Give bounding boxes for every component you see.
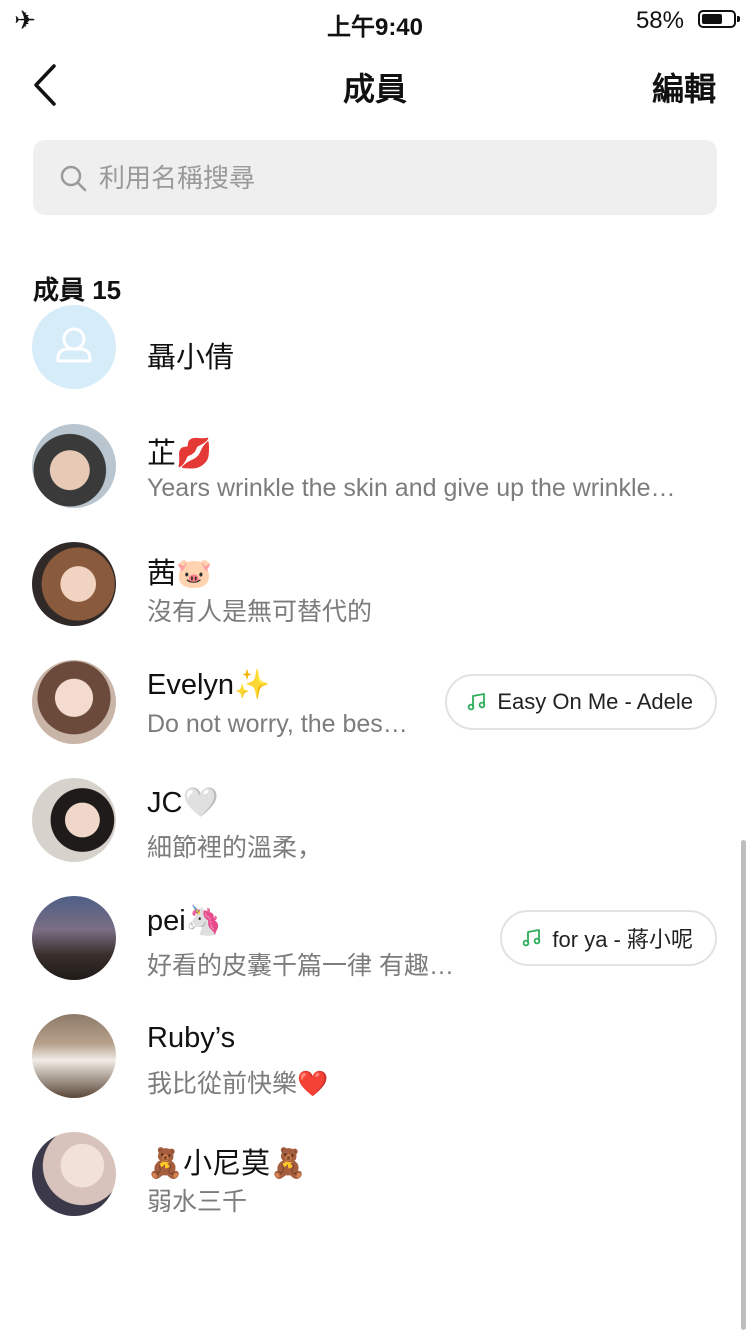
search-icon [60,165,87,192]
scrollbar[interactable] [741,840,746,1330]
music-note-icon [468,693,486,711]
page-title: 成員 [342,71,407,107]
member-name: 聶小倩 [147,342,235,374]
member-bio: Years wrinkle the skin and give up the w… [147,474,676,502]
member-name: 茜🐷 [147,558,213,590]
member-row[interactable]: 聶小倩 [0,305,750,410]
member-bio: 弱水三千 [147,1188,248,1216]
member-row[interactable]: Evelyn✨ Do not worry, the bes… Easy On M… [0,658,750,758]
member-row[interactable]: pei🦄 好看的皮囊千篇一律 有趣… for ya - 蔣小呢 [0,894,750,994]
avatar [32,424,116,508]
default-avatar-icon [32,305,116,389]
member-bio: 好看的皮囊千篇一律 有趣… [147,952,454,980]
avatar [32,1132,116,1216]
music-note-pill[interactable]: Easy On Me - Adele [445,674,717,730]
member-name: 芷💋 [147,438,213,470]
member-name: JC🤍 [147,787,219,819]
navigation-bar: 成員 編輯 [0,50,750,120]
member-row[interactable]: Ruby’s 我比從前快樂❤️ [0,1012,750,1112]
edit-button[interactable]: 編輯 [652,64,716,110]
member-name: Ruby’s [147,1022,236,1054]
music-track-label: Easy On Me - Adele [497,689,693,714]
battery-icon [698,10,740,28]
member-name: Evelyn✨ [147,669,271,701]
member-bio: 細節裡的溫柔， [147,834,323,862]
music-note-pill[interactable]: for ya - 蔣小呢 [500,910,717,966]
avatar [32,1014,116,1098]
search-input[interactable] [97,140,701,217]
member-bio: 我比從前快樂❤️ [147,1070,329,1098]
member-row[interactable]: JC🤍 細節裡的溫柔， [0,776,750,876]
member-bio: Do not worry, the bes… [147,710,408,738]
member-row[interactable]: 芷💋 Years wrinkle the skin and give up th… [0,420,750,520]
music-track-label: for ya - 蔣小呢 [552,927,693,952]
status-bar: ✈ 上午9:40 58% [0,0,750,41]
member-name: 🧸小尼莫🧸 [147,1148,307,1180]
music-note-icon [523,929,541,947]
avatar [32,896,116,980]
member-row[interactable]: 🧸小尼莫🧸 弱水三千 [0,1130,750,1230]
avatar [32,542,116,626]
avatar [32,778,116,862]
search-bar[interactable] [33,140,717,217]
member-row[interactable]: 茜🐷 沒有人是無可替代的 [0,540,750,640]
avatar [32,660,116,744]
battery-percentage: 58% [635,7,684,34]
members-section-header: 成員 15 [33,275,122,305]
member-bio: 沒有人是無可替代的 [147,598,373,626]
member-name: pei🦄 [147,905,222,937]
